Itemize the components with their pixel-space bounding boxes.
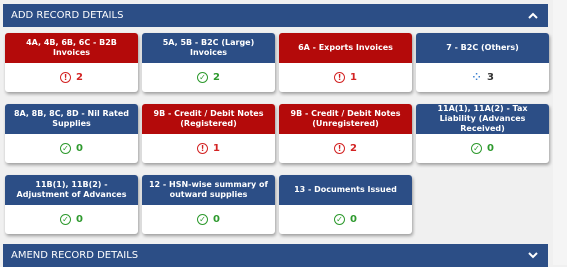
tile-title: 11B(1), 11B(2) - Adjustment of Advances: [5, 175, 138, 205]
section-tile[interactable]: 12 - HSN-wise summary of outward supplie…: [142, 175, 275, 234]
error-icon: !: [197, 142, 209, 154]
tile-count: 0: [76, 213, 83, 225]
tile-count: 0: [487, 142, 494, 154]
tile-status: ! 2: [5, 63, 138, 91]
check-icon: ✓: [471, 142, 483, 154]
tile-count: 2: [76, 71, 83, 83]
section-tile[interactable]: 6A - Exports Invoices! 1: [279, 33, 412, 92]
section-tile[interactable]: 13 - Documents Issued ✓ 0: [279, 175, 412, 234]
amend-record-details-header[interactable]: AMEND RECORD DETAILS: [3, 244, 548, 267]
tile-status: ! 1: [279, 63, 412, 91]
check-icon: ✓: [60, 213, 72, 225]
section-tile[interactable]: 4A, 4B, 6B, 6C - B2B Invoices! 2: [5, 33, 138, 92]
tile-title: 12 - HSN-wise summary of outward supplie…: [142, 175, 275, 205]
tile-count: 2: [350, 142, 357, 154]
tile-status: ✓ 2: [142, 63, 275, 91]
chevron-down-icon[interactable]: [528, 249, 538, 262]
check-icon: ✓: [197, 71, 209, 83]
tile-status: ! 2: [279, 134, 412, 162]
add-record-details-header[interactable]: ADD RECORD DETAILS: [3, 4, 548, 27]
tile-status: ✓ 0: [279, 205, 412, 233]
processing-icon: ⁘: [472, 71, 481, 83]
tile-title: 13 - Documents Issued: [279, 175, 412, 205]
check-icon: ✓: [334, 213, 346, 225]
tile-status: ✓ 0: [5, 134, 138, 162]
tile-status: ✓ 0: [416, 134, 549, 162]
error-icon: !: [60, 71, 72, 83]
tile-status: ✓ 0: [5, 205, 138, 233]
tile-count: 0: [213, 213, 220, 225]
tile-title: 5A, 5B - B2C (Large) Invoices: [142, 33, 275, 63]
tile-title: 8A, 8B, 8C, 8D - Nil Rated Supplies: [5, 104, 138, 134]
check-icon: ✓: [60, 142, 72, 154]
tile-status: ✓ 0: [142, 205, 275, 233]
chevron-up-icon[interactable]: [528, 9, 538, 22]
tile-title: 6A - Exports Invoices: [279, 33, 412, 63]
tile-count: 1: [213, 142, 220, 154]
tile-count: 3: [487, 71, 494, 83]
error-icon: !: [334, 71, 346, 83]
section-tile[interactable]: 11A(1), 11A(2) - Tax Liability (Advances…: [416, 104, 549, 163]
section-tile[interactable]: 5A, 5B - B2C (Large) Invoices ✓ 2: [142, 33, 275, 92]
tile-status: ⁘ 3: [416, 63, 549, 91]
tile-count: 1: [350, 71, 357, 83]
tile-count: 0: [76, 142, 83, 154]
tile-title: 11A(1), 11A(2) - Tax Liability (Advances…: [416, 104, 549, 134]
section-tile[interactable]: 9B - Credit / Debit Notes (Unregistered)…: [279, 104, 412, 163]
section-tile[interactable]: 7 - B2C (Others) ⁘ 3: [416, 33, 549, 92]
amend-record-details-title: AMEND RECORD DETAILS: [11, 250, 139, 261]
tile-count: 2: [213, 71, 220, 83]
section-tile[interactable]: 11B(1), 11B(2) - Adjustment of Advances ✓…: [5, 175, 138, 234]
tile-status: ! 1: [142, 134, 275, 162]
error-icon: !: [334, 142, 346, 154]
tile-title: 7 - B2C (Others): [416, 33, 549, 63]
section-tile[interactable]: 8A, 8B, 8C, 8D - Nil Rated Supplies ✓ 0: [5, 104, 138, 163]
tile-title: 9B - Credit / Debit Notes (Registered): [142, 104, 275, 134]
tile-title: 9B - Credit / Debit Notes (Unregistered): [279, 104, 412, 134]
add-record-details-title: ADD RECORD DETAILS: [11, 10, 124, 21]
check-icon: ✓: [197, 213, 209, 225]
page-scrollbar[interactable]: [553, 0, 567, 265]
tile-count: 0: [350, 213, 357, 225]
tile-title: 4A, 4B, 6B, 6C - B2B Invoices: [5, 33, 138, 63]
section-tile[interactable]: 9B - Credit / Debit Notes (Registered)! 1: [142, 104, 275, 163]
